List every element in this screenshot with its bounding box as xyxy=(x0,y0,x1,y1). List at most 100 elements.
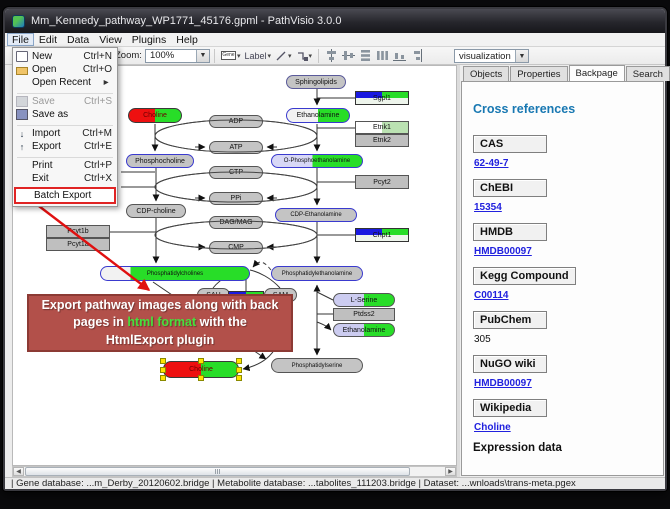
app-window: Mm_Kennedy_pathway_WP1771_45176.gpml - P… xyxy=(3,7,667,491)
submenu-arrow-icon xyxy=(96,77,108,88)
xref-section: PubChem 305 xyxy=(473,310,655,345)
xref-header: CAS xyxy=(473,135,547,153)
tab-properties[interactable]: Properties xyxy=(510,66,567,81)
xref-section: Kegg Compound C00114 xyxy=(473,266,655,301)
xref-header: PubChem xyxy=(473,311,547,329)
file-menu-item-save-as[interactable]: Save as xyxy=(14,108,116,121)
file-menu-item-save[interactable]: Save Ctrl+S xyxy=(14,95,116,108)
line-tool-button[interactable]: ▾ xyxy=(273,48,294,64)
xref-section: NuGO wiki HMDB00097 xyxy=(473,354,655,389)
title-bar[interactable]: Mm_Kennedy_pathway_WP1771_45176.gpml - P… xyxy=(5,9,665,33)
xref-link[interactable]: HMDB00097 xyxy=(474,378,655,389)
align-horizontal-center-button[interactable] xyxy=(323,48,340,64)
align-right-button[interactable] xyxy=(408,48,425,64)
zoom-label: Zoom: xyxy=(115,50,142,61)
xref-header: Kegg Compound xyxy=(473,267,576,285)
xref-value: 305 xyxy=(474,334,655,345)
export-icon xyxy=(16,141,28,152)
visualization-combobox[interactable]: visualization ▼ xyxy=(454,49,529,63)
distribute-vertical-button[interactable] xyxy=(357,48,374,64)
xref-header: NuGO wiki xyxy=(473,355,547,373)
status-bar: | Gene database: ...m_Derby_20120602.bri… xyxy=(5,477,665,489)
window-title: Mm_Kennedy_pathway_WP1771_45176.gpml - P… xyxy=(31,15,341,27)
chevron-down-icon[interactable]: ▾ xyxy=(267,52,271,60)
file-menu-item-export[interactable]: ExportCtrl+E xyxy=(14,140,116,153)
visualization-value: visualization xyxy=(455,51,515,62)
sidebar-tabs: ObjectsPropertiesBackpageSearchLegend xyxy=(460,65,665,81)
callout-line2: pages in html format with the xyxy=(73,314,247,332)
menu-item-label: Import xyxy=(32,128,60,139)
menu-file[interactable]: File xyxy=(7,33,34,46)
callout-line1: Export pathway images along with back xyxy=(42,297,279,315)
chevron-down-icon[interactable]: ▼ xyxy=(515,50,528,62)
connector-tool-button[interactable]: ▾ xyxy=(294,48,315,64)
menu-item-spacer xyxy=(16,173,28,184)
menu-edit[interactable]: Edit xyxy=(34,33,62,46)
menu-item-label: Save as xyxy=(32,109,68,120)
align-bottom-button[interactable] xyxy=(391,48,408,64)
file-menu-item-open-recent[interactable]: Open Recent xyxy=(14,76,116,89)
sidebar: ObjectsPropertiesBackpageSearchLegend Cr… xyxy=(460,65,665,477)
app-icon xyxy=(12,15,25,28)
menu-item-label: Batch Export xyxy=(34,190,91,201)
file-menu: New Ctrl+N Open Ctrl+OOpen Recent Save Ctrl+S… xyxy=(12,47,118,207)
menu-plugins[interactable]: Plugins xyxy=(127,33,171,46)
xref-link[interactable]: 15354 xyxy=(474,202,655,213)
label-tool-button[interactable]: Label ▾ xyxy=(242,48,273,64)
xref-header: ChEBI xyxy=(473,179,547,197)
menu-item-shortcut: Ctrl+N xyxy=(75,51,112,62)
backpage-panel: Cross references CAS62-49-7ChEBI15354HMD… xyxy=(461,81,664,476)
zoom-combobox[interactable]: 100% ▼ xyxy=(145,49,210,63)
xref-link[interactable]: 62-49-7 xyxy=(474,158,655,169)
menu-item-shortcut: Ctrl+P xyxy=(76,160,112,171)
menu-item-label: Open xyxy=(32,64,56,75)
scroll-left-icon[interactable]: ◀ xyxy=(13,467,24,476)
chevron-down-icon[interactable]: ▾ xyxy=(288,52,292,60)
menu-help[interactable]: Help xyxy=(171,33,203,46)
menu-item-shortcut: Ctrl+S xyxy=(76,96,112,107)
chevron-down-icon[interactable]: ▾ xyxy=(237,52,241,60)
line-icon xyxy=(275,50,287,62)
distribute-horizontal-button[interactable] xyxy=(374,48,391,64)
tab-objects[interactable]: Objects xyxy=(463,66,509,81)
align-vertical-center-icon xyxy=(342,49,355,62)
distribute-horizontal-icon xyxy=(376,49,389,62)
menu-item-spacer xyxy=(18,190,30,201)
cross-references-list: CAS62-49-7ChEBI15354HMDBHMDB00097Kegg Co… xyxy=(473,134,655,433)
datanode-icon: Gene xyxy=(221,51,236,60)
file-menu-item-exit[interactable]: ExitCtrl+X xyxy=(14,172,116,185)
menu-item-label: Exit xyxy=(32,173,49,184)
file-menu-item-batch-export[interactable]: Batch Export xyxy=(14,187,116,204)
xref-link[interactable]: C00114 xyxy=(474,290,655,301)
align-right-icon xyxy=(410,49,423,62)
save-icon xyxy=(16,96,28,107)
file-menu-item-print[interactable]: PrintCtrl+P xyxy=(14,159,116,172)
file-menu-item-import[interactable]: ImportCtrl+M xyxy=(14,127,116,140)
scrollbar-thumb[interactable] xyxy=(25,467,410,476)
xref-link[interactable]: Choline xyxy=(474,422,655,433)
chevron-down-icon[interactable]: ▼ xyxy=(196,50,209,62)
menu-view[interactable]: View xyxy=(94,33,127,46)
menu-separator xyxy=(17,122,113,126)
file-menu-item-new[interactable]: New Ctrl+N xyxy=(14,50,116,63)
scroll-right-icon[interactable]: ▶ xyxy=(445,467,456,476)
open-folder-icon xyxy=(16,67,28,75)
import-icon xyxy=(16,128,28,139)
chevron-down-icon[interactable]: ▾ xyxy=(309,52,313,60)
tab-backpage[interactable]: Backpage xyxy=(569,65,625,81)
menu-item-shortcut: Ctrl+O xyxy=(75,64,112,75)
zoom-value: 100% xyxy=(146,50,196,61)
canvas-horizontal-scrollbar[interactable]: ◀ ▶ xyxy=(12,466,457,477)
xref-section: CAS 62-49-7 xyxy=(473,134,655,169)
connector-icon xyxy=(296,50,308,62)
menu-item-label: Save xyxy=(32,96,55,107)
file-menu-item-open[interactable]: Open Ctrl+O xyxy=(14,63,116,76)
menu-data[interactable]: Data xyxy=(62,33,94,46)
datanode-button[interactable]: Gene ▾ xyxy=(219,48,243,64)
new-file-icon xyxy=(16,51,28,62)
menu-item-label: New xyxy=(32,51,52,62)
tab-search[interactable]: Search xyxy=(626,66,670,81)
align-vertical-center-button[interactable] xyxy=(340,48,357,64)
xref-link[interactable]: HMDB00097 xyxy=(474,246,655,257)
menu-bar: FileEditDataViewPluginsHelp xyxy=(5,33,665,47)
